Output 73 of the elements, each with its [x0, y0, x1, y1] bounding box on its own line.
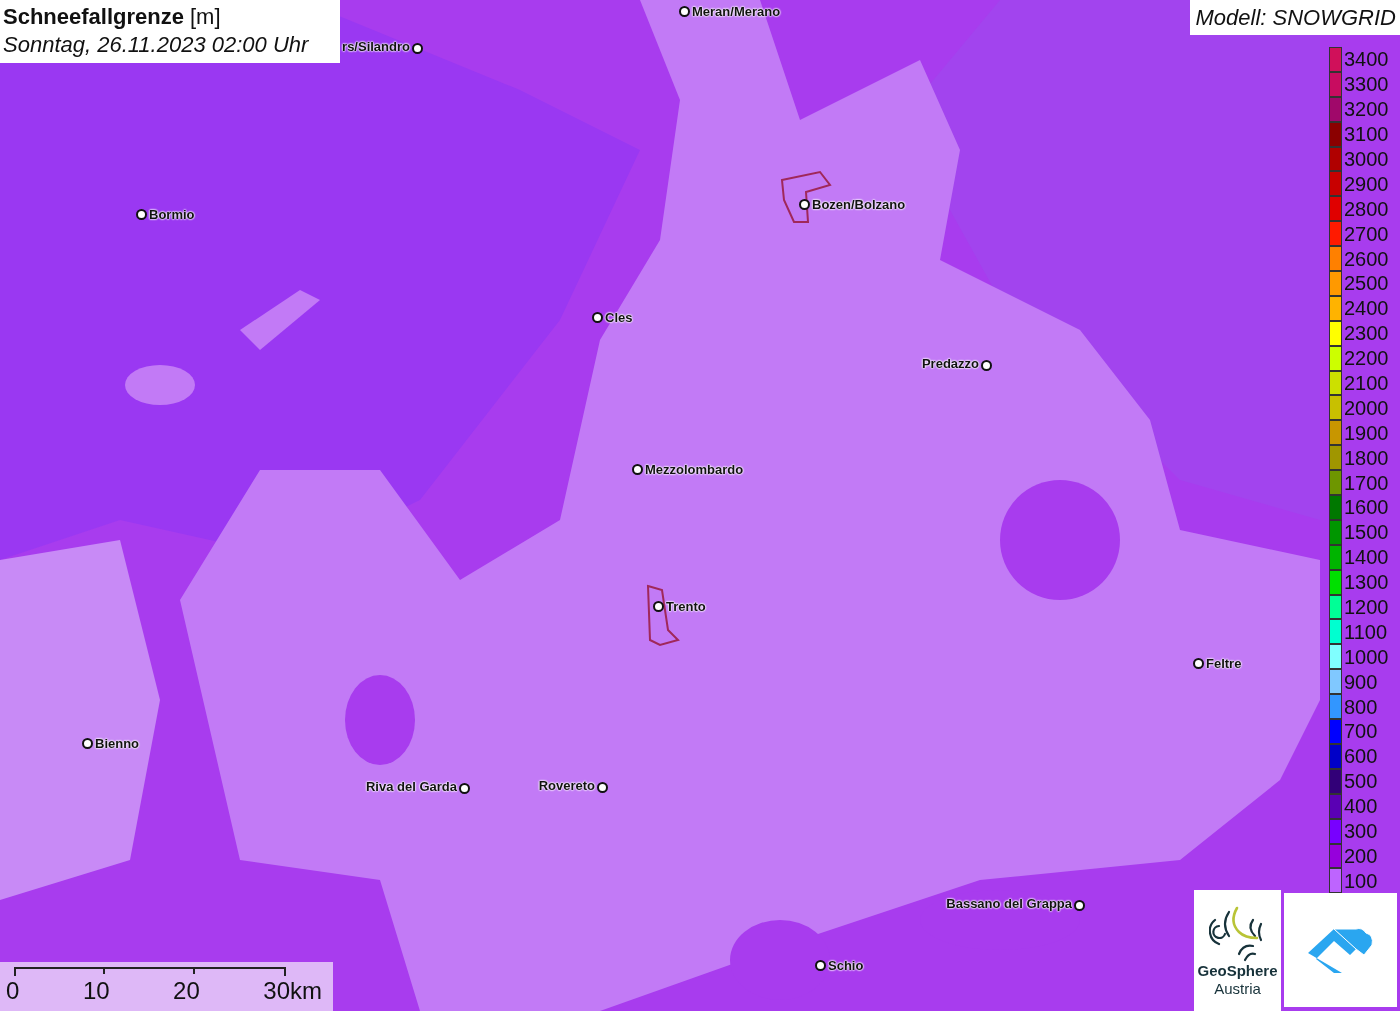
location-marker-icon: [459, 783, 470, 794]
place-label: rs/Silandro: [342, 39, 410, 54]
legend-label: 1800: [1344, 446, 1389, 469]
model-label: Modell: SNOWGRID: [1189, 0, 1400, 35]
logo-subtext: Austria: [1214, 980, 1261, 998]
place-label: Schio: [828, 958, 864, 973]
legend-label: 2200: [1344, 347, 1389, 370]
legend-label: 800: [1344, 695, 1378, 718]
date-time: Sonntag, 26.11.2023 02:00 Uhr: [3, 31, 310, 59]
legend-label: 400: [1344, 795, 1378, 818]
legend-label: 200: [1344, 844, 1378, 867]
location-marker-icon: [815, 960, 826, 971]
legend-label: 1200: [1344, 596, 1389, 619]
place-label: Riva del Garda: [365, 779, 457, 794]
place-label: Bassano del Grappa: [946, 896, 1072, 911]
legend-label: 3200: [1344, 98, 1389, 121]
location-marker-icon: [981, 360, 992, 371]
place-label: Trento: [666, 599, 706, 614]
legend-label: 1300: [1344, 571, 1389, 594]
legend-label: 1700: [1344, 471, 1389, 494]
legend-label: 100: [1344, 869, 1378, 892]
logo-text: GeoSphere: [1197, 962, 1278, 980]
location-marker-icon: [679, 6, 690, 17]
legend-label: 2400: [1344, 297, 1389, 320]
scale-label: 20: [173, 977, 200, 1005]
legend-label: 1400: [1344, 546, 1389, 569]
location-marker-icon: [1193, 658, 1204, 669]
place-label: Bormio: [149, 207, 195, 222]
scale-label: 10: [82, 977, 110, 1005]
legend-label: 2700: [1344, 222, 1389, 245]
legend-label: 2500: [1344, 272, 1389, 295]
location-marker-icon: [82, 738, 93, 749]
legend-label: 600: [1344, 745, 1378, 768]
scale-label: 0: [6, 977, 20, 1005]
place-label: Bienno: [95, 736, 140, 751]
legend-label: 1600: [1344, 496, 1389, 519]
legend-label: 700: [1344, 720, 1378, 743]
location-marker-icon: [632, 464, 643, 475]
legend-label: 1000: [1344, 645, 1389, 668]
location-marker-icon: [412, 43, 423, 54]
legend-label: 3100: [1344, 123, 1389, 146]
location-marker-icon: [1074, 900, 1085, 911]
map-title: Schneefallgrenze: [3, 3, 184, 31]
legend-label: 500: [1344, 770, 1378, 793]
legend-label: 2300: [1344, 322, 1389, 345]
legend-label: 3300: [1344, 73, 1389, 96]
legend-label: 2000: [1344, 396, 1389, 419]
location-marker-icon: [799, 199, 810, 210]
legend-label: 300: [1344, 820, 1378, 843]
place-label: Bozen/Bolzano: [812, 197, 906, 212]
legend-label: 2100: [1344, 372, 1389, 394]
legend-label: 900: [1344, 670, 1378, 693]
place-label: Rovereto: [538, 778, 595, 793]
place-label: Predazzo: [921, 356, 979, 371]
location-marker-icon: [592, 312, 603, 323]
legend-label: 3000: [1344, 148, 1389, 170]
place-label: Meran/Merano: [692, 4, 781, 19]
location-marker-icon: [597, 782, 608, 793]
scale-label: 30km: [263, 977, 322, 1005]
location-marker-icon: [136, 209, 147, 220]
location-marker-icon: [653, 601, 664, 612]
place-label: Mezzolombardo: [645, 462, 744, 477]
legend-label: 1100: [1344, 620, 1387, 643]
place-label: Feltre: [1206, 656, 1242, 671]
legend-label: 3400: [1344, 48, 1389, 71]
legend-label: 1900: [1344, 421, 1389, 444]
legend-label: 1500: [1344, 521, 1389, 544]
legend-label: 2600: [1344, 247, 1389, 270]
legend-label: 2900: [1344, 172, 1389, 195]
place-label: Cles: [605, 310, 633, 325]
legend-label: 2800: [1344, 197, 1389, 220]
scale-ruler-icon: [14, 967, 286, 977]
unit-label: [m]: [189, 3, 221, 31]
